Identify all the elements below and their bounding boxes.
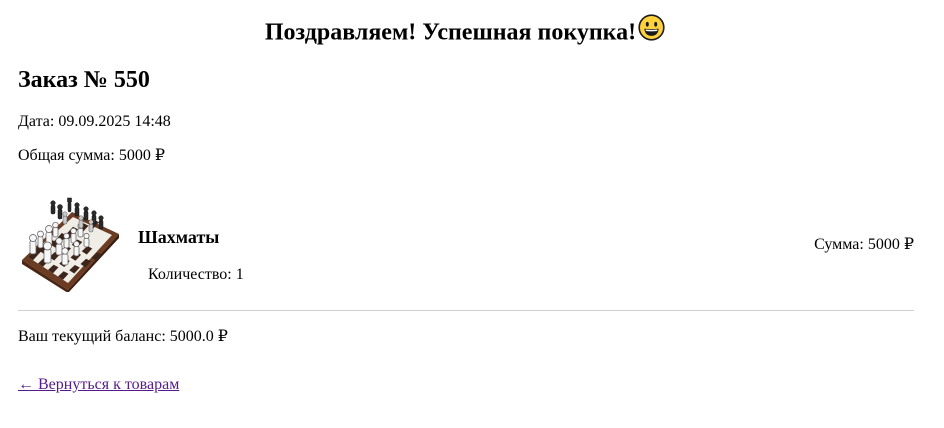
order-item: Шахматы Количество: 1 Сумма: 5000 ₽ xyxy=(18,194,914,292)
item-quantity: Количество: 1 xyxy=(148,265,244,285)
order-date-label: Дата: xyxy=(18,113,55,130)
order-title: Заказ № 550 xyxy=(18,67,150,93)
success-headline: Поздравляем! Успешная покупка! xyxy=(0,14,930,52)
order-date-value: 09.09.2025 14:48 xyxy=(58,113,171,130)
balance-label: Ваш текущий баланс: xyxy=(18,328,166,345)
item-name: Шахматы xyxy=(138,227,220,247)
back-to-products-link[interactable]: ← Вернуться к товарам xyxy=(18,375,179,395)
divider xyxy=(18,310,914,311)
grinning-face-icon xyxy=(638,14,665,50)
item-quantity-label: Количество: xyxy=(148,266,232,283)
current-balance: Ваш текущий баланс: 5000.0 ₽ xyxy=(18,327,228,347)
item-sum-label: Сумма: xyxy=(814,236,864,253)
success-headline-text: Поздравляем! Успешная покупка! xyxy=(264,19,637,46)
order-total-label: Общая сумма: xyxy=(18,147,115,164)
order-total: Общая сумма: 5000 ₽ xyxy=(18,146,165,166)
balance-value: 5000.0 ₽ xyxy=(169,328,228,345)
item-sum: Сумма: 5000 ₽ xyxy=(814,235,914,255)
item-quantity-value: 1 xyxy=(235,266,244,283)
order-date: Дата: 09.09.2025 14:48 xyxy=(18,112,171,132)
order-total-value: 5000 ₽ xyxy=(118,147,166,164)
item-sum-value: 5000 ₽ xyxy=(867,236,914,253)
order-confirmation-page: Поздравляем! Успешная покупка! Заказ № 5… xyxy=(0,0,944,428)
chess-board-image xyxy=(22,197,119,292)
